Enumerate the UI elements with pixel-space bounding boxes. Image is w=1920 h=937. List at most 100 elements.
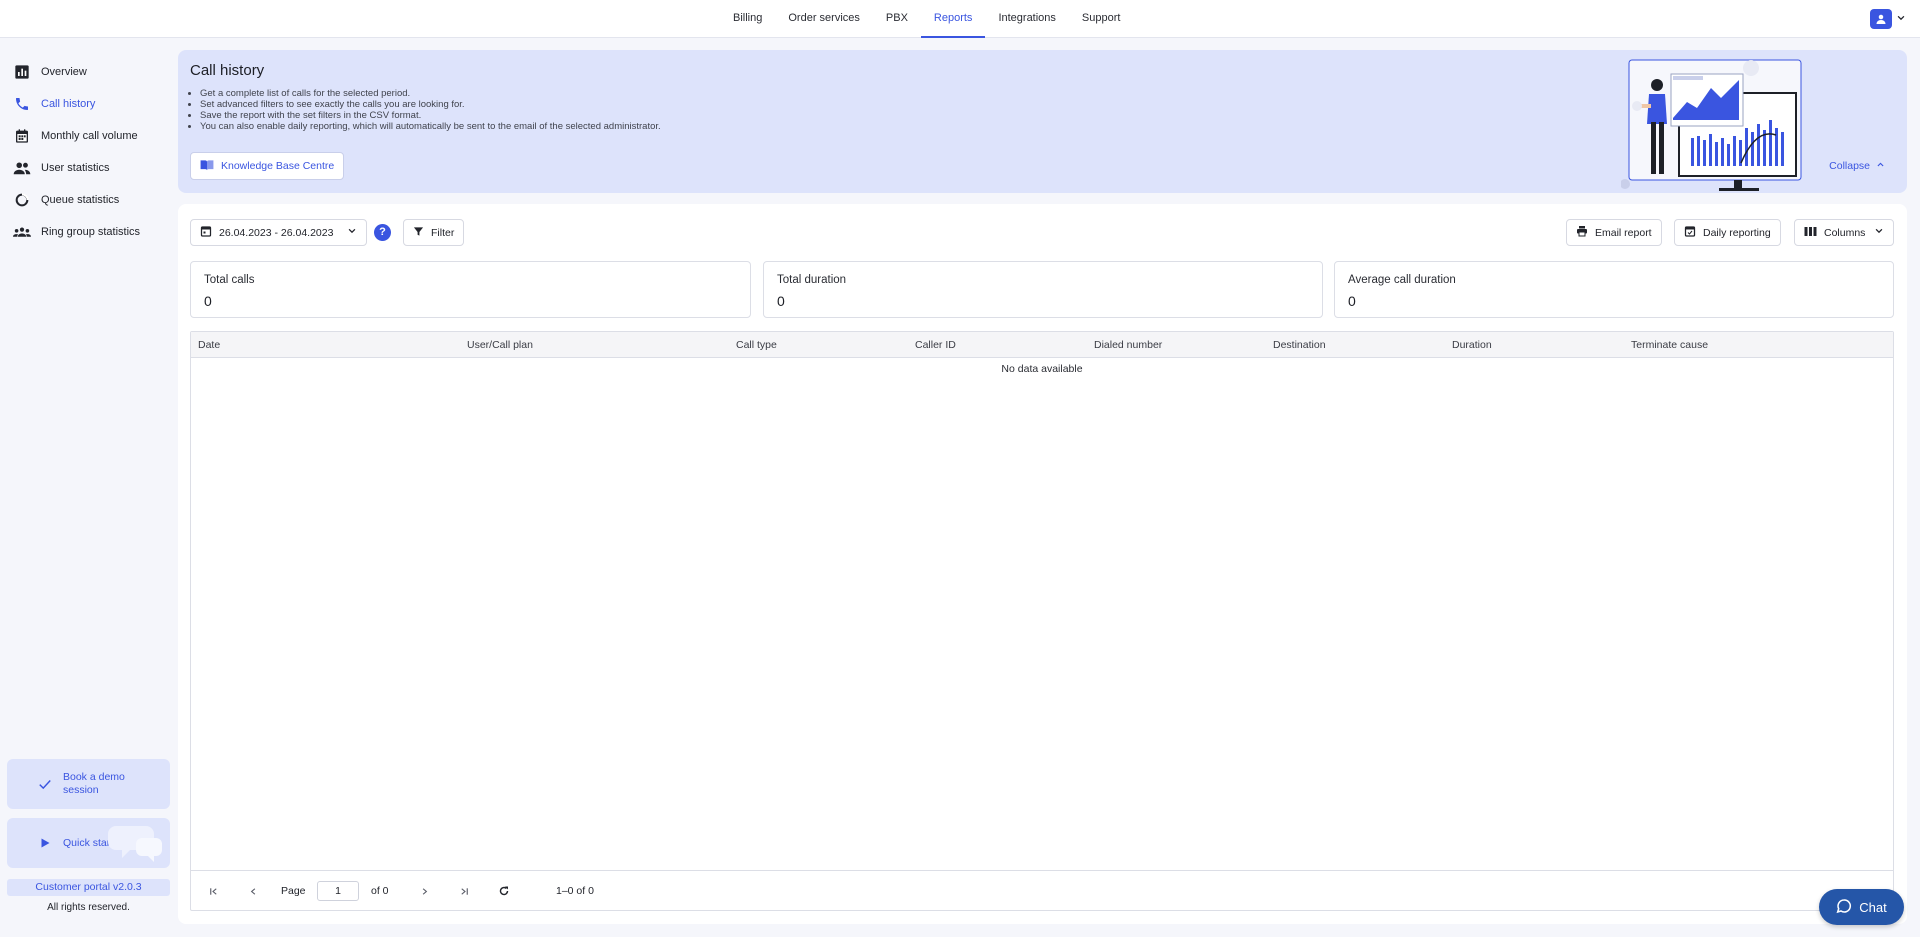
columns-button[interactable]: Columns bbox=[1794, 219, 1894, 246]
sidebar-item-overview[interactable]: Overview bbox=[13, 61, 173, 83]
info-banner: Call history Get a complete list of call… bbox=[178, 50, 1907, 193]
nav-order-services[interactable]: Order services bbox=[775, 0, 873, 38]
stat-card-total-duration: Total duration 0 bbox=[763, 261, 1323, 318]
stat-label: Average call duration bbox=[1348, 274, 1456, 286]
filter-icon bbox=[413, 226, 424, 240]
donut-icon bbox=[13, 191, 31, 209]
sidebar-item-label: Queue statistics bbox=[41, 194, 120, 206]
column-header-terminate-cause[interactable]: Terminate cause bbox=[1631, 332, 1708, 358]
daily-reporting-button[interactable]: Daily reporting bbox=[1674, 219, 1781, 246]
bar-chart-icon bbox=[13, 63, 31, 81]
analytics-illustration-icon bbox=[1621, 59, 1802, 191]
first-page-icon[interactable] bbox=[205, 883, 221, 899]
printer-icon bbox=[1576, 225, 1588, 240]
book-demo-label: Book a demo session bbox=[63, 771, 125, 796]
table-header: Date User/Call plan Call type Caller ID … bbox=[191, 332, 1893, 358]
check-icon bbox=[37, 776, 53, 792]
phone-icon bbox=[13, 95, 31, 113]
user-avatar-icon[interactable] bbox=[1870, 9, 1892, 29]
stat-value: 0 bbox=[204, 293, 212, 309]
pagination-range: 1–0 of 0 bbox=[556, 885, 594, 897]
last-page-icon[interactable] bbox=[456, 883, 472, 899]
stat-label: Total calls bbox=[204, 274, 255, 286]
columns-icon bbox=[1804, 226, 1817, 240]
column-header-destination[interactable]: Destination bbox=[1273, 332, 1326, 358]
play-icon bbox=[37, 835, 53, 851]
refresh-icon[interactable] bbox=[496, 883, 512, 899]
sidebar-item-label: Call history bbox=[41, 98, 96, 110]
empty-state-text: No data available bbox=[1001, 363, 1083, 375]
page-total: of 0 bbox=[371, 885, 389, 897]
stat-label: Total duration bbox=[777, 274, 847, 286]
pagination-bar: Page of 0 1–0 of 0 bbox=[191, 870, 1893, 910]
main-nav: Billing Order services PBX Reports Integ… bbox=[720, 0, 1133, 38]
sidebar-item-call-history[interactable]: Call history bbox=[13, 93, 173, 115]
call-history-panel: 26.04.2023 - 26.04.2023 ? Filter Email r… bbox=[178, 204, 1907, 924]
nav-reports[interactable]: Reports bbox=[920, 0, 986, 38]
knowledge-base-button[interactable]: Knowledge Base Centre bbox=[190, 152, 345, 180]
sidebar-item-label: Monthly call volume bbox=[41, 130, 138, 142]
page-label: Page bbox=[281, 885, 306, 897]
chevron-down-icon bbox=[347, 226, 357, 239]
sidebar-item-ring-group-statistics[interactable]: Ring group statistics bbox=[13, 221, 173, 243]
page-number-input[interactable] bbox=[317, 881, 359, 901]
column-header-caller-id[interactable]: Caller ID bbox=[915, 332, 956, 358]
sidebar-item-monthly-call-volume[interactable]: Monthly call volume bbox=[13, 125, 173, 147]
knowledge-base-label: Knowledge Base Centre bbox=[221, 160, 335, 172]
column-header-call-type[interactable]: Call type bbox=[736, 332, 777, 358]
book-icon bbox=[200, 159, 214, 174]
quick-start-guide-button[interactable]: Quick start guide bbox=[7, 818, 170, 868]
email-report-button[interactable]: Email report bbox=[1566, 219, 1662, 246]
nav-billing[interactable]: Billing bbox=[720, 0, 775, 38]
column-header-duration[interactable]: Duration bbox=[1452, 332, 1492, 358]
calendar-check-icon bbox=[1684, 225, 1696, 240]
sidebar-item-user-statistics[interactable]: User statistics bbox=[13, 157, 173, 179]
chat-bubbles-decoration-icon bbox=[108, 826, 162, 862]
users-icon bbox=[13, 159, 31, 177]
banner-bullet: You can also enable daily reporting, whi… bbox=[200, 121, 661, 132]
date-range-value: 26.04.2023 - 26.04.2023 bbox=[219, 226, 334, 239]
sidebar-item-queue-statistics[interactable]: Queue statistics bbox=[13, 189, 173, 211]
next-page-icon[interactable] bbox=[416, 883, 432, 899]
group-icon bbox=[13, 223, 31, 241]
calendar-icon bbox=[200, 225, 212, 240]
banner-bullet-list: Get a complete list of calls for the sel… bbox=[200, 88, 661, 132]
chat-button[interactable]: Chat bbox=[1819, 889, 1904, 925]
daily-reporting-label: Daily reporting bbox=[1703, 226, 1771, 239]
column-header-date[interactable]: Date bbox=[198, 332, 220, 358]
nav-pbx[interactable]: PBX bbox=[873, 0, 921, 38]
nav-support[interactable]: Support bbox=[1069, 0, 1134, 38]
calendar-icon bbox=[13, 127, 31, 145]
call-history-table: Date User/Call plan Call type Caller ID … bbox=[190, 331, 1894, 911]
user-menu[interactable] bbox=[1870, 9, 1906, 29]
filter-label: Filter bbox=[431, 226, 455, 239]
book-demo-button[interactable]: Book a demo session bbox=[7, 759, 170, 809]
banner-bullet: Save the report with the set filters in … bbox=[200, 110, 661, 121]
column-header-user-call-plan[interactable]: User/Call plan bbox=[467, 332, 533, 358]
page-title: Call history bbox=[190, 62, 265, 79]
sidebar: Overview Call history Monthly call volum… bbox=[0, 38, 178, 937]
chevron-down-icon bbox=[1874, 226, 1884, 239]
sidebar-item-label: Ring group statistics bbox=[41, 226, 141, 238]
top-navigation-bar: Billing Order services PBX Reports Integ… bbox=[0, 0, 1920, 38]
stat-value: 0 bbox=[1348, 293, 1356, 309]
chevron-up-icon bbox=[1876, 160, 1885, 172]
email-report-label: Email report bbox=[1595, 226, 1652, 239]
banner-bullet: Get a complete list of calls for the sel… bbox=[200, 88, 661, 99]
sidebar-item-label: Overview bbox=[41, 66, 87, 78]
date-range-picker[interactable]: 26.04.2023 - 26.04.2023 bbox=[190, 219, 367, 246]
previous-page-icon[interactable] bbox=[245, 883, 261, 899]
collapse-button[interactable]: Collapse bbox=[1829, 160, 1885, 172]
chat-bubble-icon bbox=[1836, 898, 1852, 917]
version-link[interactable]: Customer portal v2.0.3 bbox=[7, 879, 170, 896]
column-header-dialed-number[interactable]: Dialed number bbox=[1094, 332, 1162, 358]
nav-integrations[interactable]: Integrations bbox=[985, 0, 1068, 38]
stat-card-average-call-duration: Average call duration 0 bbox=[1334, 261, 1894, 318]
sidebar-item-label: User statistics bbox=[41, 162, 110, 174]
rights-text: All rights reserved. bbox=[47, 902, 130, 913]
stat-card-total-calls: Total calls 0 bbox=[190, 261, 751, 318]
help-icon[interactable]: ? bbox=[374, 224, 391, 241]
filter-button[interactable]: Filter bbox=[403, 219, 465, 246]
chevron-down-icon[interactable] bbox=[1896, 13, 1906, 26]
stat-value: 0 bbox=[777, 293, 785, 309]
